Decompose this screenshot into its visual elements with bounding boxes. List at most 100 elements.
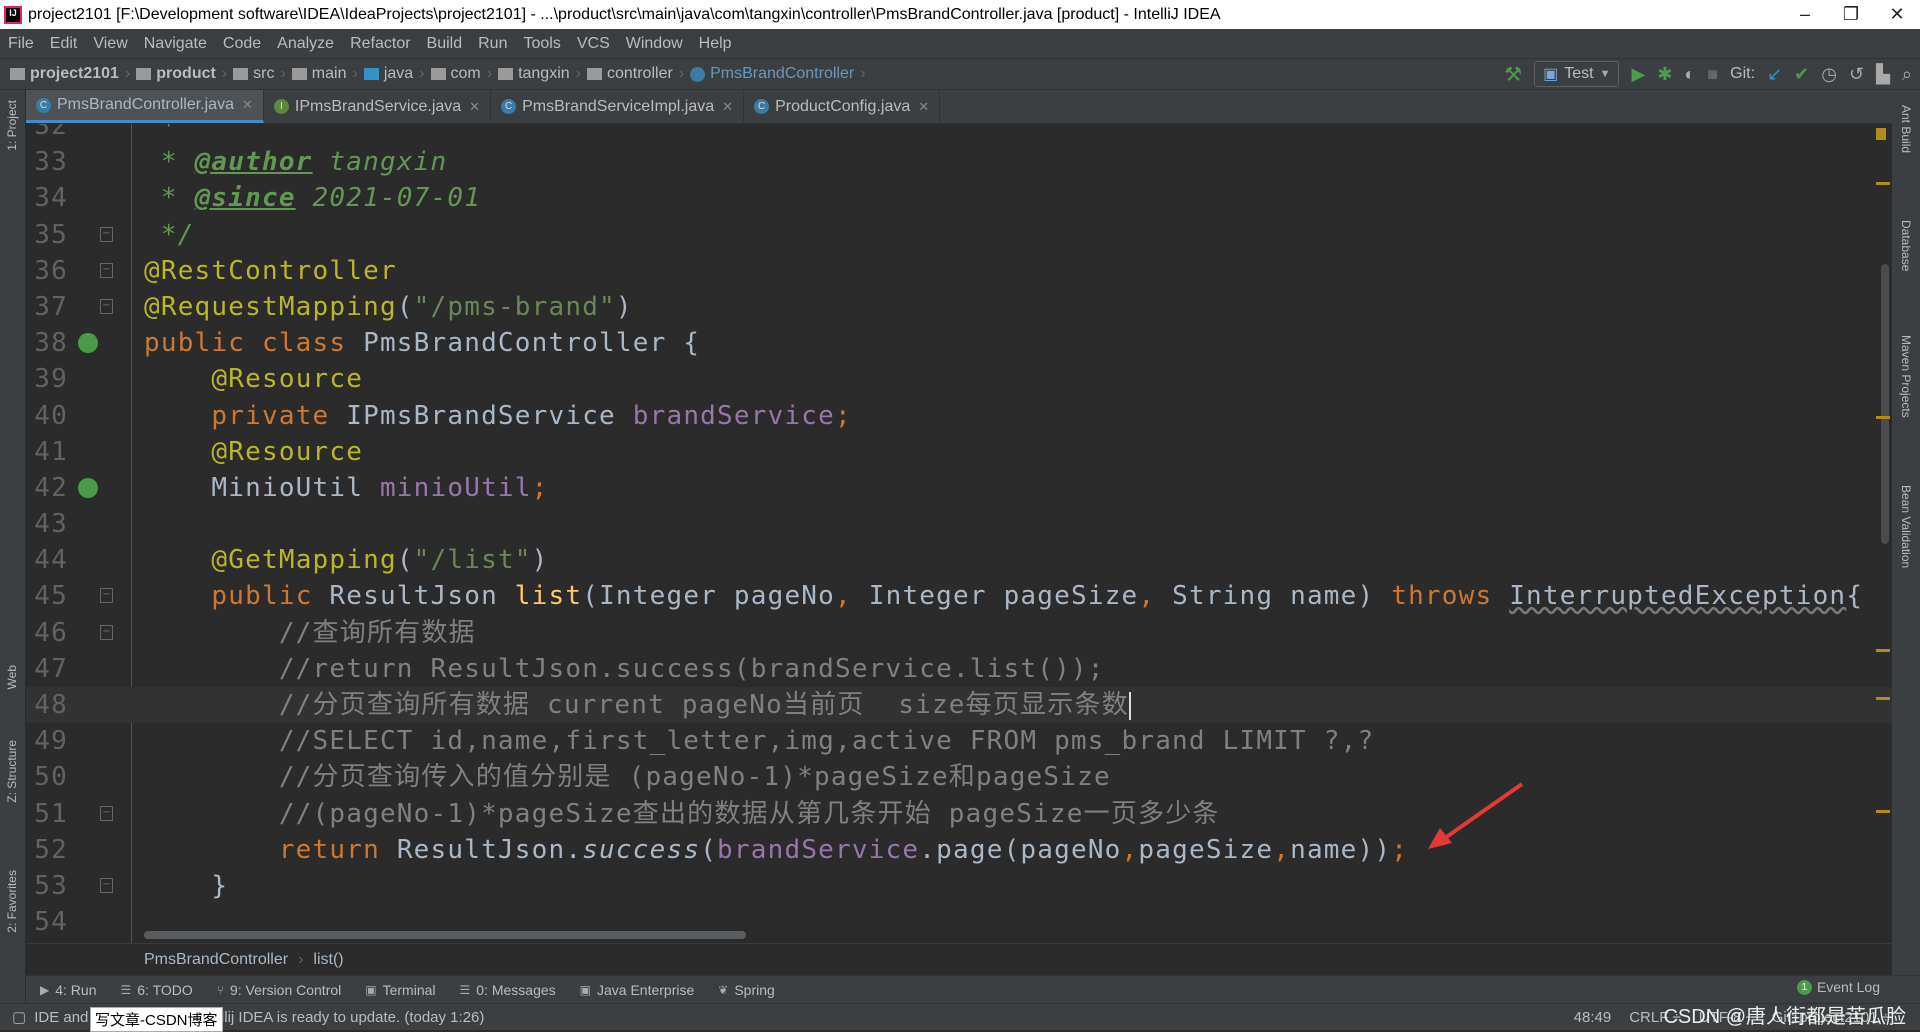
build-hammer-icon[interactable]: ⚒ [1504, 62, 1522, 87]
error-stripe-mark[interactable] [1876, 416, 1890, 419]
code-line[interactable]: 46 − //查询所有数据 [26, 615, 1892, 651]
fold-icon[interactable]: − [100, 877, 113, 893]
menu-navigate[interactable]: Navigate [144, 35, 207, 53]
fold-icon[interactable]: − [100, 588, 113, 604]
tool-structure[interactable]: Z: Structure [5, 740, 19, 803]
tab-ipmsbrandservice[interactable]: I IPmsBrandService.java ✕ [264, 90, 492, 123]
menu-help[interactable]: Help [699, 35, 732, 53]
stop-icon[interactable]: ■ [1707, 64, 1718, 85]
breadcrumb-class[interactable]: PmsBrandController [144, 951, 288, 969]
git-commit-icon[interactable]: ✔ [1794, 64, 1809, 85]
nav-crumb[interactable]: main › [291, 65, 358, 83]
tab-pmsbrandcontroller[interactable]: C PmsBrandController.java ✕ [26, 90, 264, 123]
project-structure-icon[interactable]: ▙ [1876, 64, 1890, 85]
close-tab-icon[interactable]: ✕ [469, 99, 480, 115]
code-editor[interactable]: 32 * 33 * @author tangxin 34 * @since 2021… [26, 124, 1892, 943]
nav-crumb[interactable]: com › [430, 65, 492, 83]
code-line[interactable]: 39 @Resource [26, 361, 1892, 397]
code-line[interactable]: 42 MinioUtil minioUtil; [26, 470, 1892, 506]
tool-window--version-control[interactable]: ⑂ 9: Version Control [217, 982, 342, 998]
code-line[interactable]: 53 − } [26, 868, 1892, 904]
revert-icon[interactable]: ↺ [1849, 64, 1864, 85]
tab-productconfig[interactable]: C ProductConfig.java ✕ [744, 90, 941, 123]
nav-crumb[interactable]: product › [136, 65, 227, 83]
code-line[interactable]: 33 * @author tangxin [26, 144, 1892, 180]
code-line[interactable]: 48 //分页查询所有数据 current pageNo当前页 size每页显示… [26, 687, 1892, 724]
menu-edit[interactable]: Edit [50, 35, 78, 53]
spring-bean-icon[interactable] [78, 333, 98, 354]
error-stripe-mark[interactable] [1876, 182, 1890, 185]
code-line[interactable]: 40 private IPmsBrandService brandService… [26, 398, 1892, 434]
nav-crumb[interactable]: java › [363, 65, 425, 83]
tab-pmsbrandserviceimpl[interactable]: C PmsBrandServiceImpl.java ✕ [491, 90, 745, 123]
code-line[interactable]: 41 @Resource [26, 434, 1892, 470]
breadcrumb-method[interactable]: list() [313, 951, 343, 969]
fold-icon[interactable]: − [100, 805, 113, 821]
inspection-status-icon[interactable] [1876, 128, 1886, 140]
tool-favorites[interactable]: 2: Favorites [5, 870, 19, 933]
code-line[interactable]: 36 − @RestController [26, 253, 1892, 289]
code-line[interactable]: 35 − */ [26, 217, 1892, 253]
nav-crumb[interactable]: controller › [586, 65, 684, 83]
menu-view[interactable]: View [93, 35, 127, 53]
fold-icon[interactable]: − [100, 624, 113, 640]
tool-window-terminal[interactable]: ▣ Terminal [365, 982, 435, 998]
close-tab-icon[interactable]: ✕ [722, 99, 733, 115]
menu-refactor[interactable]: Refactor [350, 35, 410, 53]
close-tab-icon[interactable]: ✕ [242, 97, 253, 113]
code-line[interactable]: 47 //return ResultJson.success(brandServ… [26, 651, 1892, 687]
tool-database[interactable]: Database [1899, 220, 1913, 271]
error-stripe-mark[interactable] [1876, 697, 1890, 700]
nav-crumb[interactable]: src › [233, 65, 286, 83]
vertical-scrollbar[interactable] [1881, 264, 1889, 544]
tool-ant-build[interactable]: Ant Build [1899, 105, 1913, 153]
autowired-icon[interactable] [78, 477, 98, 498]
menu-tools[interactable]: Tools [523, 35, 560, 53]
cursor-position[interactable]: 48:49 [1574, 1009, 1612, 1026]
tool-bean-validation[interactable]: Bean Validation [1899, 485, 1913, 568]
search-icon[interactable]: ⌕ [1902, 64, 1912, 85]
code-line[interactable]: 51 − //(pageNo-1)*pageSize查出的数据从第几条开始 pag… [26, 796, 1892, 832]
tool-window-java-enterprise[interactable]: ▣ Java Enterprise [580, 982, 695, 998]
close-tab-icon[interactable]: ✕ [918, 99, 929, 115]
error-stripe-mark[interactable] [1876, 810, 1890, 813]
coverage-icon[interactable]: ◐ [1684, 64, 1695, 85]
code-line[interactable]: 50 //分页查询传入的值分别是 (pageNo-1)*pageSize和pag… [26, 759, 1892, 795]
code-line[interactable]: 34 * @since 2021-07-01 [26, 180, 1892, 216]
minimize-button[interactable]: – [1782, 0, 1828, 29]
menu-run[interactable]: Run [478, 35, 507, 53]
horizontal-scrollbar[interactable] [144, 931, 746, 939]
error-stripe-mark[interactable] [1876, 649, 1890, 652]
git-update-icon[interactable]: ↙ [1767, 64, 1782, 85]
close-button[interactable]: ✕ [1874, 0, 1920, 29]
tool-window--todo[interactable]: ☰ 6: TODO [120, 982, 192, 998]
menu-vcs[interactable]: VCS [577, 35, 610, 53]
history-icon[interactable]: ◷ [1821, 64, 1837, 85]
menu-analyze[interactable]: Analyze [277, 35, 334, 53]
menu-window[interactable]: Window [626, 35, 683, 53]
code-line[interactable]: 52 return ResultJson.success(brandServic… [26, 832, 1892, 868]
tool-window-spring[interactable]: ❦ Spring [718, 982, 775, 998]
restore-button[interactable]: ❐ [1828, 0, 1874, 29]
tool-window--messages[interactable]: ☰ 0: Messages [460, 982, 556, 998]
code-line[interactable]: 45 − public ResultJson list(Integer pageN… [26, 578, 1892, 614]
code-line[interactable]: 49 //SELECT id,name,first_letter,img,act… [26, 723, 1892, 759]
menu-code[interactable]: Code [223, 35, 261, 53]
fold-icon[interactable]: − [100, 226, 113, 242]
nav-crumb[interactable]: PmsBrandController › [690, 65, 866, 83]
status-message[interactable]: tellij IDEA is ready to update. (today 1… [208, 1009, 484, 1026]
status-toggle-icon[interactable]: ▢ [12, 1008, 26, 1026]
tool-maven-projects[interactable]: Maven Projects [1899, 335, 1913, 418]
fold-icon[interactable]: − [100, 262, 113, 278]
menu-file[interactable]: File [8, 35, 34, 53]
run-config-select[interactable]: ▣ Test ▼ [1534, 61, 1620, 87]
code-line[interactable]: 43 [26, 506, 1892, 542]
code-line[interactable]: 32 * [26, 124, 1892, 144]
event-log-button[interactable]: 1 Event Log [1796, 979, 1880, 995]
tool-web[interactable]: Web [5, 665, 19, 689]
menu-build[interactable]: Build [427, 35, 463, 53]
debug-icon[interactable]: ✱ [1657, 64, 1672, 85]
tool-project[interactable]: 1: Project [5, 100, 19, 151]
tool-window--run[interactable]: ▶ 4: Run [40, 982, 96, 998]
nav-crumb[interactable]: project2101 › [10, 65, 130, 83]
